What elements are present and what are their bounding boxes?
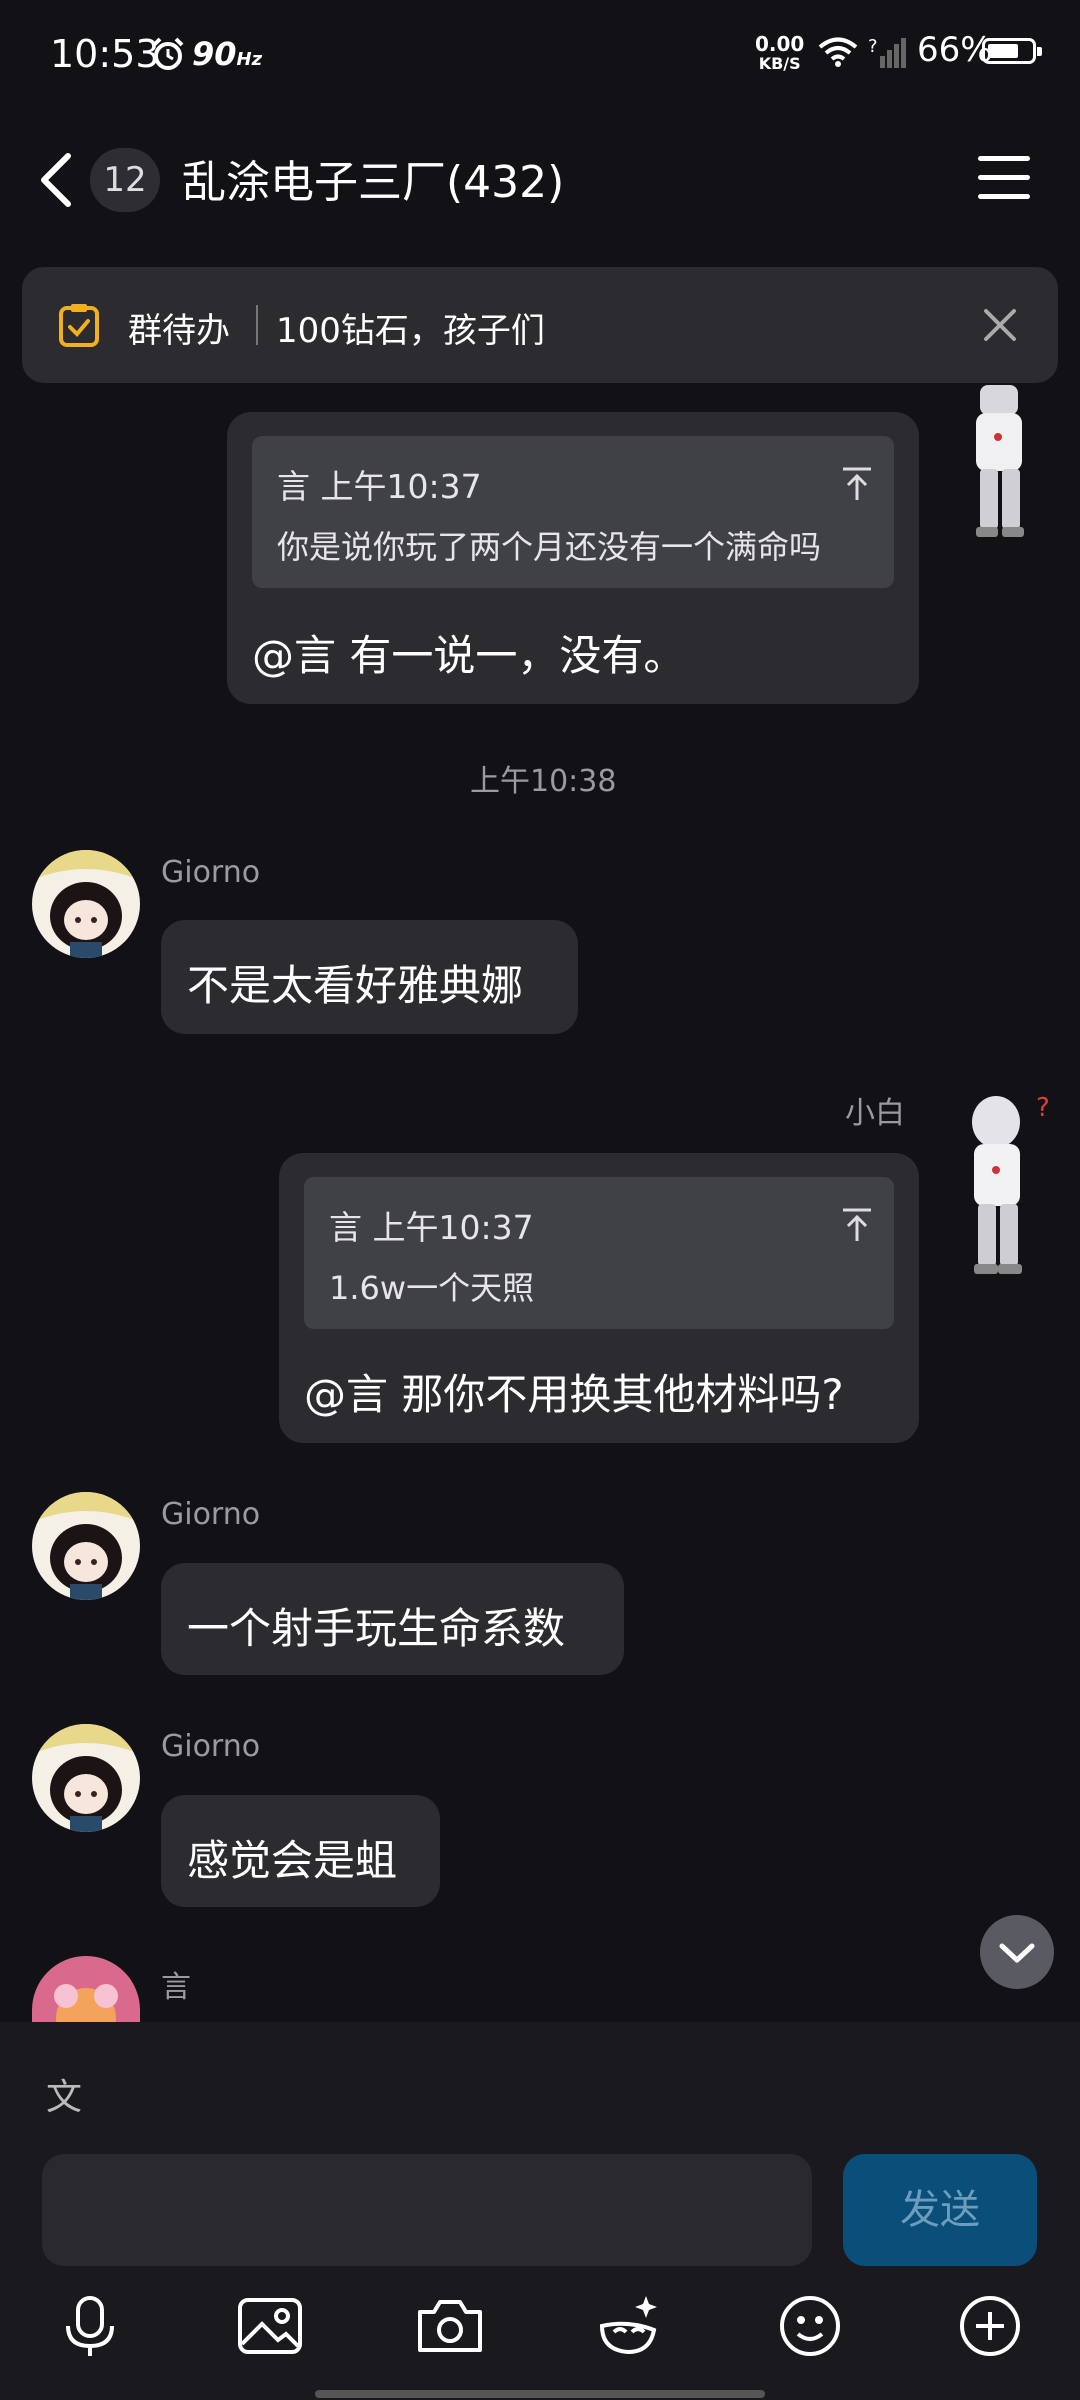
back-arrow-icon[interactable] [34,150,84,210]
battery-icon [982,38,1042,64]
sender-name: Giorno [161,855,261,890]
message-bubble-outgoing[interactable]: 言 上午10:37 1.6w一个天照 @言 那你不用换其他材料吗? [279,1153,919,1443]
message-bubble-incoming[interactable]: 一个射手玩生命系数 [161,1563,624,1675]
message-bubble-incoming[interactable]: 不是太看好雅典娜 [161,920,578,1034]
message-input[interactable] [42,2154,812,2266]
sticker-magic-icon[interactable] [588,2286,668,2366]
anime-girl-avatar-icon [32,1724,140,1832]
message-text: 感觉会是蛆 [187,1836,398,1885]
quote-header: 言 上午10:37 [329,1208,534,1247]
quote-header: 言 上午10:37 [277,467,482,506]
anime-girl-avatar-icon [32,1492,140,1600]
refresh-rate: 90Hz [192,35,263,73]
camera-icon[interactable] [410,2286,490,2366]
group-title: 乱涂电子三厂(432) [182,157,565,208]
quote-text: 你是说你玩了两个月还没有一个满命吗 [277,528,822,566]
microphone-icon[interactable] [50,2286,130,2366]
status-bar: 10:53 90Hz 0.00 KB/S ? 66% [0,0,1080,110]
todo-label: 群待办 [128,311,230,351]
home-indicator[interactable] [315,2390,765,2398]
quote-text: 1.6w一个天照 [329,1269,535,1307]
alarm-icon [152,37,184,70]
chevron-down-icon [999,1943,1035,1963]
translate-icon[interactable]: 文 [46,2068,82,2120]
chibi-character-icon: ? [972,1093,1050,1274]
scroll-to-bottom-button[interactable] [980,1915,1054,1989]
message-text: 不是太看好雅典娜 [187,961,524,1010]
avatar-yan[interactable] [32,1956,140,2022]
wifi-icon [818,37,858,67]
todo-clipboard-icon [59,304,99,347]
sender-name: Giorno [161,1729,261,1764]
avatar-giorno[interactable] [32,1492,140,1600]
chat-header: 12 乱涂电子三厂(432) [0,140,1080,220]
avatar-giorno[interactable] [32,850,140,958]
composer-panel: 文 发送 [0,2022,1080,2400]
menu-icon[interactable] [978,156,1030,200]
message-bubble-incoming[interactable]: 感觉会是蛆 [161,1795,440,1907]
sender-name: Giorno [161,1497,261,1532]
todo-divider [256,305,258,345]
anime-girl-avatar-icon [32,850,140,958]
chibi-character-icon [976,385,1024,537]
close-icon[interactable] [978,303,1022,347]
timestamp-divider: 上午10:38 [470,764,617,799]
network-speed: 0.00 KB/S [755,32,805,73]
quoted-message[interactable]: 言 上午10:37 1.6w一个天照 [304,1177,894,1329]
signal-icon: ? [868,36,906,68]
svg-text:?: ? [868,36,878,57]
jump-to-original-icon[interactable] [840,466,874,502]
message-text: 一个射手玩生命系数 [187,1604,566,1653]
quoted-message[interactable]: 言 上午10:37 你是说你玩了两个月还没有一个满命吗 [252,436,894,588]
send-button[interactable]: 发送 [843,2154,1037,2266]
avatar-xiaobai-partial[interactable] [958,385,1040,540]
plus-icon[interactable] [950,2286,1030,2366]
jump-to-original-icon[interactable] [840,1207,874,1243]
emoji-icon[interactable] [770,2286,850,2366]
image-icon[interactable] [230,2286,310,2366]
sender-name: 言 [161,1970,191,2005]
unread-count-badge[interactable]: 12 [90,148,160,212]
avatar-giorno[interactable] [32,1724,140,1832]
message-bubble-outgoing[interactable]: 言 上午10:37 你是说你玩了两个月还没有一个满命吗 @言 有一说一，没有。 [227,412,919,704]
message-text: @言 有一说一，没有。 [252,631,686,680]
sender-name: 小白 [845,1096,905,1131]
message-text: @言 那你不用换其他材料吗? [304,1370,844,1419]
svg-text:?: ? [1036,1093,1050,1123]
group-todo-banner[interactable]: 群待办 100钻石，孩子们 [22,267,1058,383]
status-time: 10:53 [50,32,160,76]
pink-character-avatar-icon [32,1956,140,2022]
avatar-xiaobai[interactable]: ? [958,1092,1058,1282]
todo-text: 100钻石，孩子们 [276,311,545,351]
